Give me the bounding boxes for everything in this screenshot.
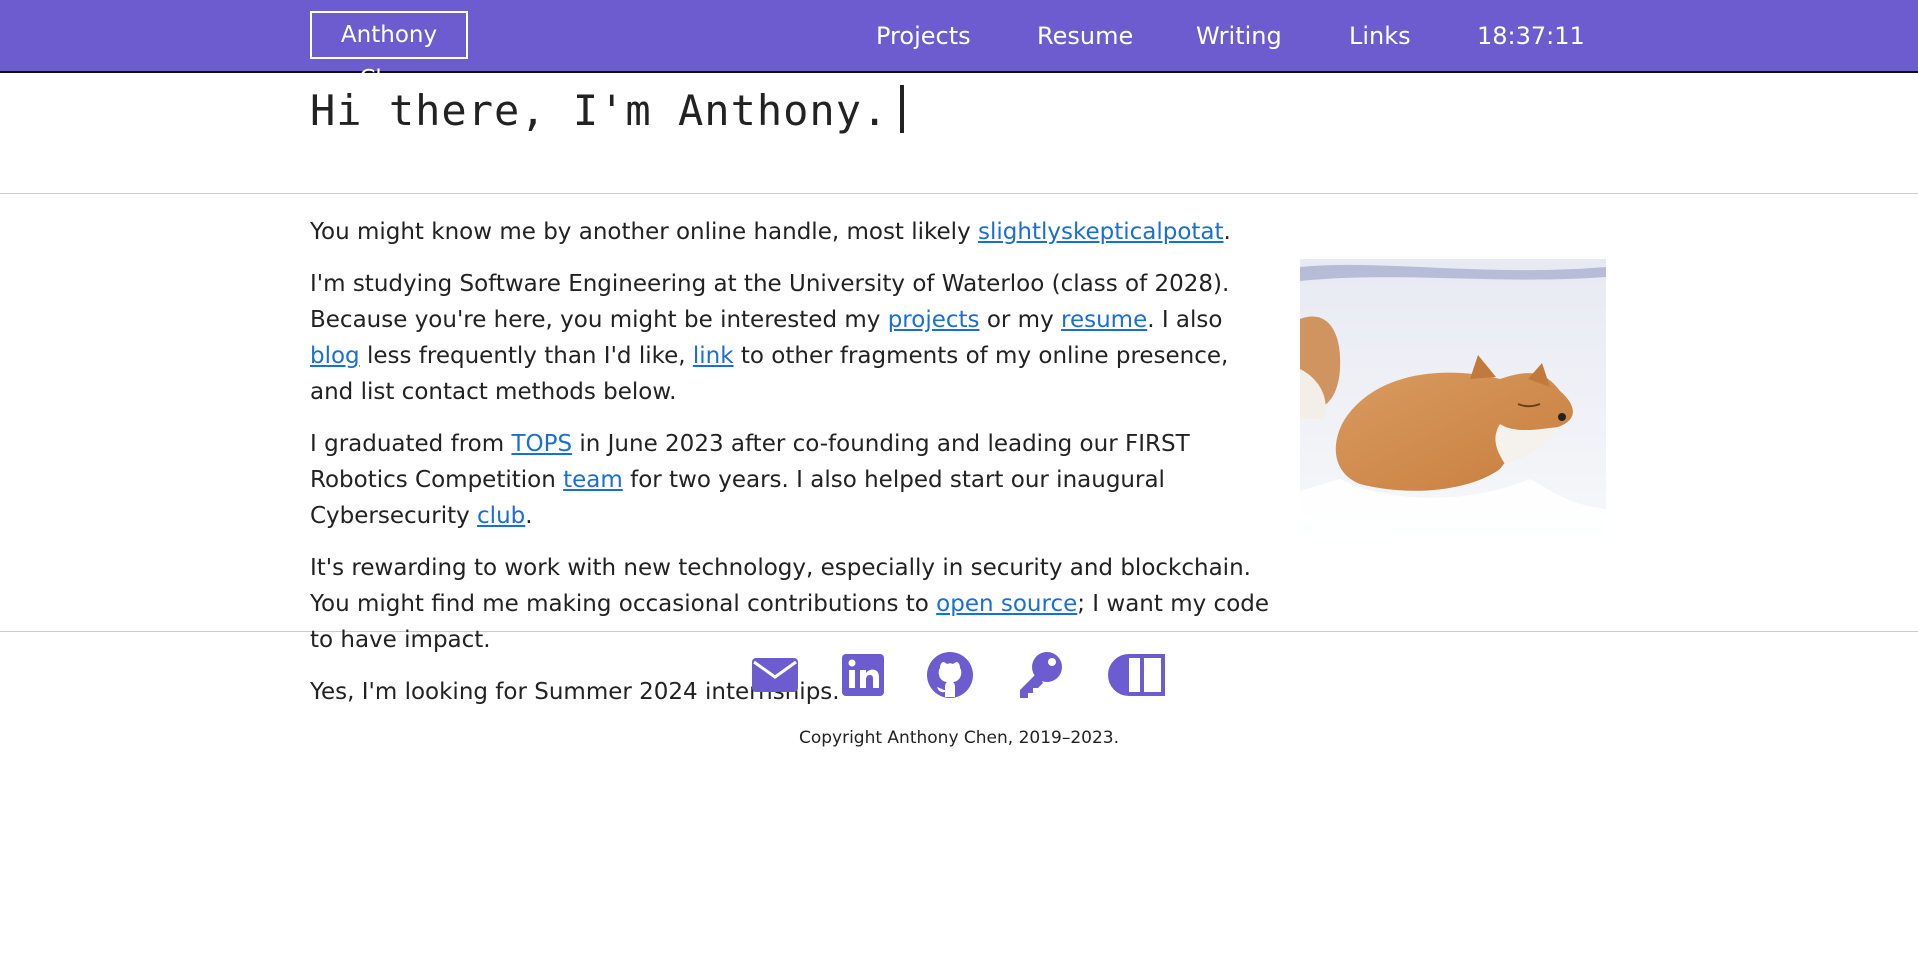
open-source-link[interactable]: open source	[936, 591, 1077, 617]
email-icon[interactable]	[750, 650, 800, 700]
key-icon[interactable]	[1015, 650, 1065, 700]
handle-link[interactable]: slightlyskepticalpotat	[978, 219, 1224, 245]
paragraph-graduation: I graduated from TOPS in June 2023 after…	[310, 426, 1270, 534]
tops-link[interactable]: TOPS	[511, 431, 572, 457]
text: I graduated from	[310, 431, 512, 457]
text: . I also	[1147, 307, 1223, 333]
linkedin-icon[interactable]	[838, 650, 888, 700]
text: less frequently than I'd like,	[359, 343, 693, 369]
nav-writing[interactable]: Writing	[1196, 0, 1282, 73]
main-content: You might know me by another online hand…	[0, 194, 1918, 705]
links-link[interactable]: link	[693, 343, 734, 369]
paragraph-study: I'm studying Software Engineering at the…	[310, 266, 1270, 410]
social-icons	[0, 650, 1918, 700]
text: .	[525, 503, 533, 529]
copyright: Copyright Anthony Chen, 2019–2023.	[798, 728, 1120, 748]
footer: Copyright Anthony Chen, 2019–2023.	[0, 632, 1918, 748]
text: .	[1223, 219, 1231, 245]
nav-links: Projects Resume Writing Links 18:37:11	[0, 0, 1918, 73]
text: You might know me by another online hand…	[310, 219, 978, 245]
nav-resume[interactable]: Resume	[1037, 0, 1133, 73]
blog-link[interactable]: blog	[310, 343, 360, 369]
nav-links[interactable]: Links	[1349, 0, 1411, 73]
projects-link[interactable]: projects	[888, 307, 980, 333]
title-text: Hi there, I'm Anthony.	[310, 86, 889, 135]
club-link[interactable]: club	[477, 503, 525, 529]
resume-link[interactable]: resume	[1061, 307, 1147, 333]
fox-image	[1300, 259, 1606, 565]
nav-projects[interactable]: Projects	[876, 0, 971, 73]
page-title: Hi there, I'm Anthony.	[310, 85, 905, 135]
paragraph-handle: You might know me by another online hand…	[310, 214, 1270, 250]
toggle-icon[interactable]	[1107, 650, 1167, 700]
typing-cursor	[900, 85, 905, 133]
hero: Hi there, I'm Anthony.	[0, 73, 1918, 194]
github-icon[interactable]	[925, 650, 975, 700]
team-link[interactable]: team	[563, 467, 623, 493]
top-navigation: Anthony Chen Projects Resume Writing Lin…	[0, 0, 1918, 92]
clock: 18:37:11	[1477, 22, 1585, 50]
fox-illustration	[1300, 259, 1606, 565]
text: or my	[979, 307, 1061, 333]
